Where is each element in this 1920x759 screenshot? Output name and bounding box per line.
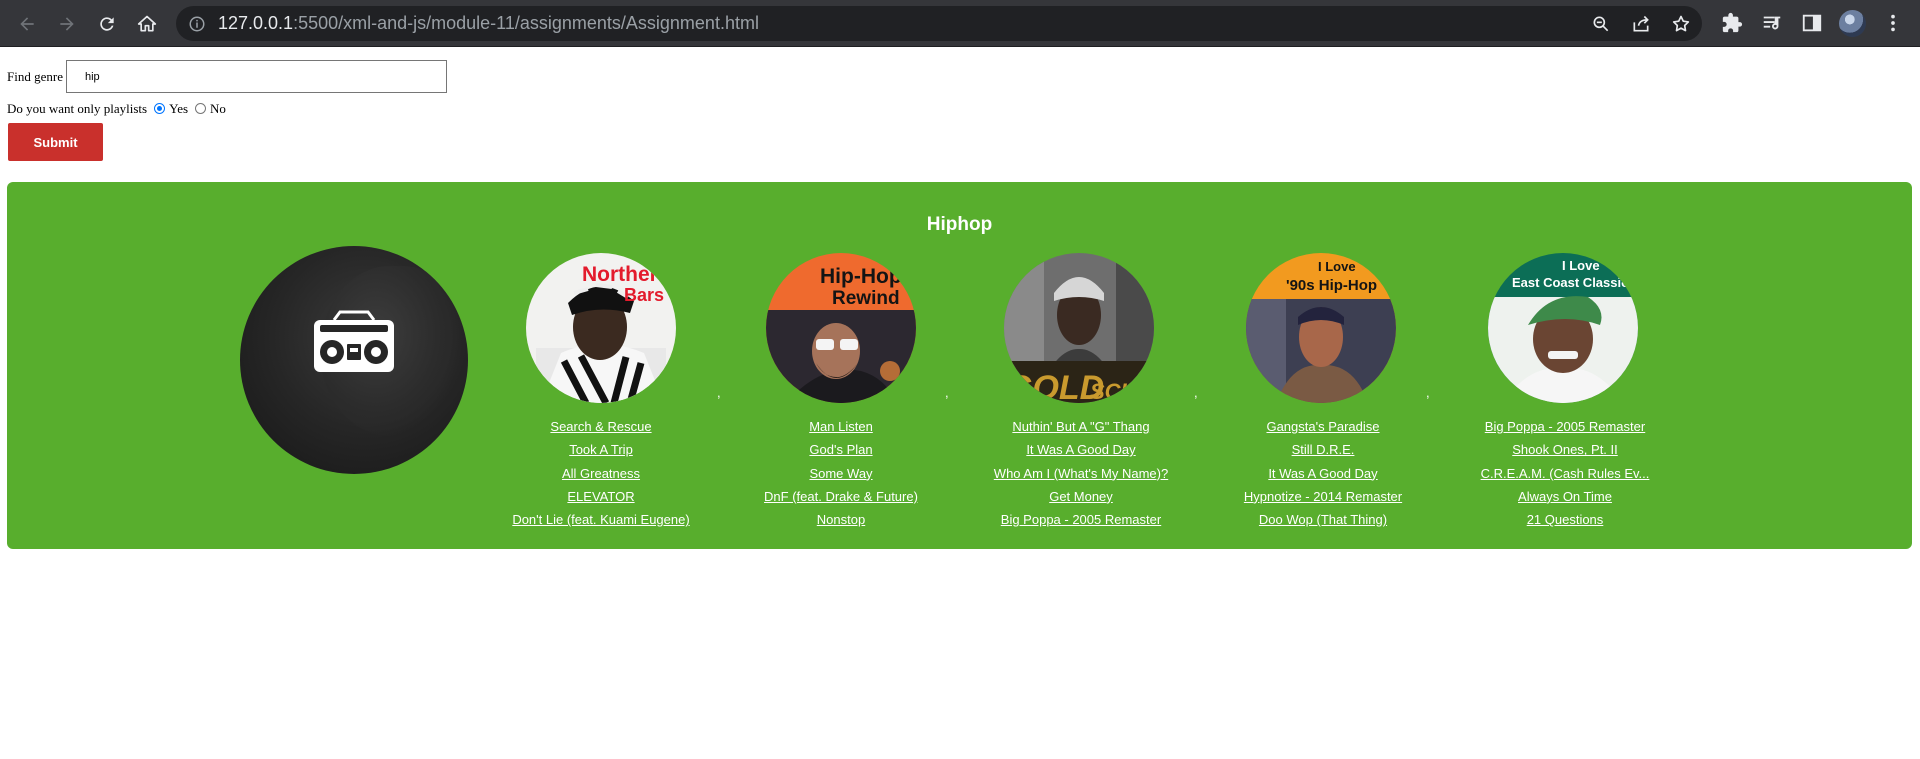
cover-text: '90s Hip-Hop xyxy=(1286,277,1377,294)
track-link[interactable]: God's Plan xyxy=(746,438,936,461)
track-link[interactable]: Always On Time xyxy=(1470,485,1660,508)
genre-image xyxy=(240,246,468,474)
track-link[interactable]: Who Am I (What's My Name)? xyxy=(986,462,1176,485)
track-link[interactable]: It Was A Good Day xyxy=(986,438,1176,461)
playlists-question-label: Do you want only playlists xyxy=(7,101,148,116)
track-link[interactable]: DnF (feat. Drake & Future) xyxy=(746,485,936,508)
home-icon xyxy=(137,15,157,32)
extensions-puzzle-icon[interactable] xyxy=(1719,10,1745,36)
playlist-cover[interactable]: Hip-Hop Rewind xyxy=(766,253,916,403)
cover-text: Hip-Hop xyxy=(820,265,902,288)
url-text[interactable]: 127.0.0.1:5500/xml-and-js/module-11/assi… xyxy=(218,6,759,41)
radio-no[interactable] xyxy=(195,102,207,114)
playlist-cover[interactable]: Northern Bars xyxy=(526,253,676,403)
browser-toolbar: 127.0.0.1:5500/xml-and-js/module-11/assi… xyxy=(0,0,1920,47)
radio-no-label[interactable]: No xyxy=(210,101,226,117)
track-link[interactable]: Get Money xyxy=(986,485,1176,508)
track-link[interactable]: Big Poppa - 2005 Remaster xyxy=(1470,415,1660,438)
zoom-icon[interactable] xyxy=(1589,12,1613,36)
boombox-icon xyxy=(314,310,394,372)
site-info-icon[interactable] xyxy=(186,13,208,35)
genre-card: Hiphop Northern Bars Search & Rescue Too… xyxy=(7,182,1912,549)
url-path: :5500/xml-and-js/module-11/assignments/A… xyxy=(293,13,759,33)
track-list: Man Listen God's Plan Some Way DnF (feat… xyxy=(746,415,936,531)
radio-yes[interactable] xyxy=(154,102,166,114)
track-link[interactable]: ELEVATOR xyxy=(506,485,696,508)
track-link[interactable]: It Was A Good Day xyxy=(1228,462,1418,485)
media-playlist-icon[interactable] xyxy=(1759,10,1785,36)
separator: , xyxy=(1194,385,1198,400)
track-link[interactable]: C.R.E.A.M. (Cash Rules Ev... xyxy=(1470,462,1660,485)
menu-kebab-icon[interactable] xyxy=(1880,10,1906,36)
track-link[interactable]: All Greatness xyxy=(506,462,696,485)
track-link[interactable]: Man Listen xyxy=(746,415,936,438)
profile-avatar[interactable] xyxy=(1839,10,1866,37)
cover-text: I Love xyxy=(1318,259,1356,274)
track-link[interactable]: Don't Lie (feat. Kuami Eugene) xyxy=(506,508,696,531)
track-link[interactable]: Some Way xyxy=(746,462,936,485)
track-link[interactable]: Nonstop xyxy=(746,508,936,531)
submit-button[interactable]: Submit xyxy=(8,123,103,161)
track-link[interactable]: Hypnotize - 2014 Remaster xyxy=(1228,485,1418,508)
track-list: Nuthin' But A "G" Thang It Was A Good Da… xyxy=(986,415,1176,531)
track-list: Big Poppa - 2005 Remaster Shook Ones, Pt… xyxy=(1470,415,1660,531)
back-arrow-icon xyxy=(20,17,34,31)
reload-button[interactable] xyxy=(91,8,123,40)
playlists-option-row: Do you want only playlists Yes No xyxy=(7,101,226,117)
track-link[interactable]: Nuthin' But A "G" Thang xyxy=(986,415,1176,438)
track-link[interactable]: Gangsta's Paradise xyxy=(1228,415,1418,438)
address-bar[interactable]: 127.0.0.1:5500/xml-and-js/module-11/assi… xyxy=(176,6,1702,41)
genre-title: Hiphop xyxy=(926,214,993,235)
track-link[interactable]: Big Poppa - 2005 Remaster xyxy=(986,508,1176,531)
cover-text: Northern xyxy=(582,263,671,286)
track-link[interactable]: Search & Rescue xyxy=(506,415,696,438)
share-icon[interactable] xyxy=(1629,12,1653,36)
track-list: Gangsta's Paradise Still D.R.E. It Was A… xyxy=(1228,415,1418,531)
cover-text: SCHOOL xyxy=(1090,379,1154,403)
reload-icon xyxy=(100,17,114,31)
track-link[interactable]: Shook Ones, Pt. II xyxy=(1470,438,1660,461)
forward-arrow-icon xyxy=(60,17,74,31)
cover-text: East Coast Classics xyxy=(1512,275,1636,290)
separator: , xyxy=(1426,385,1430,400)
genre-search-input[interactable] xyxy=(65,60,447,93)
forward-button[interactable] xyxy=(51,8,83,40)
cover-text: Bars xyxy=(624,285,664,305)
track-link[interactable]: Took A Trip xyxy=(506,438,696,461)
playlist-cover[interactable]: I Love East Coast Classics xyxy=(1488,253,1638,403)
radio-yes-label[interactable]: Yes xyxy=(169,101,188,117)
home-button[interactable] xyxy=(131,8,163,40)
track-link[interactable]: Doo Wop (That Thing) xyxy=(1228,508,1418,531)
track-link[interactable]: Still D.R.E. xyxy=(1228,438,1418,461)
playlist-cover[interactable]: GOLD SCHOOL xyxy=(1004,253,1154,403)
side-panel-icon[interactable] xyxy=(1799,10,1825,36)
bookmark-star-icon[interactable] xyxy=(1669,12,1693,36)
find-genre-row: Find genre xyxy=(7,60,447,93)
separator: , xyxy=(945,385,949,400)
cover-text: I Love xyxy=(1562,258,1600,273)
find-genre-label: Find genre xyxy=(7,68,63,84)
back-button[interactable] xyxy=(11,8,43,40)
playlist-cover[interactable]: I Love '90s Hip-Hop xyxy=(1246,253,1396,403)
track-list: Search & Rescue Took A Trip All Greatnes… xyxy=(506,415,696,531)
track-link[interactable]: 21 Questions xyxy=(1470,508,1660,531)
separator: , xyxy=(717,385,721,400)
cover-text: Rewind xyxy=(832,288,900,309)
url-host: 127.0.0.1 xyxy=(218,13,294,33)
